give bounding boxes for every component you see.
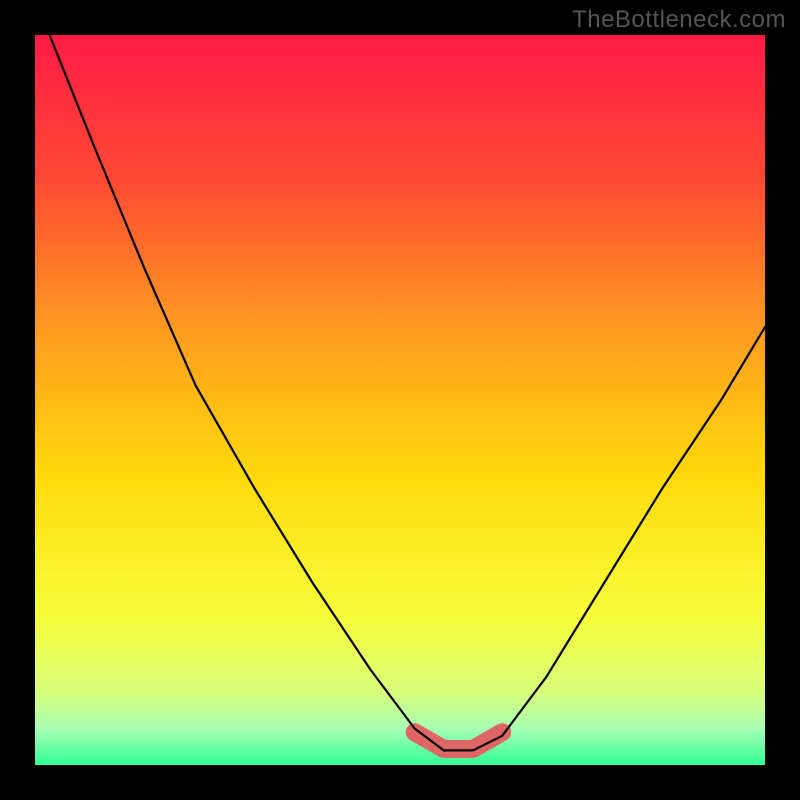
plot-svg — [35, 35, 765, 765]
chart-frame: TheBottleneck.com — [0, 0, 800, 800]
watermark-text: TheBottleneck.com — [572, 6, 786, 34]
gradient-background — [35, 35, 765, 765]
plot-area — [35, 35, 765, 765]
